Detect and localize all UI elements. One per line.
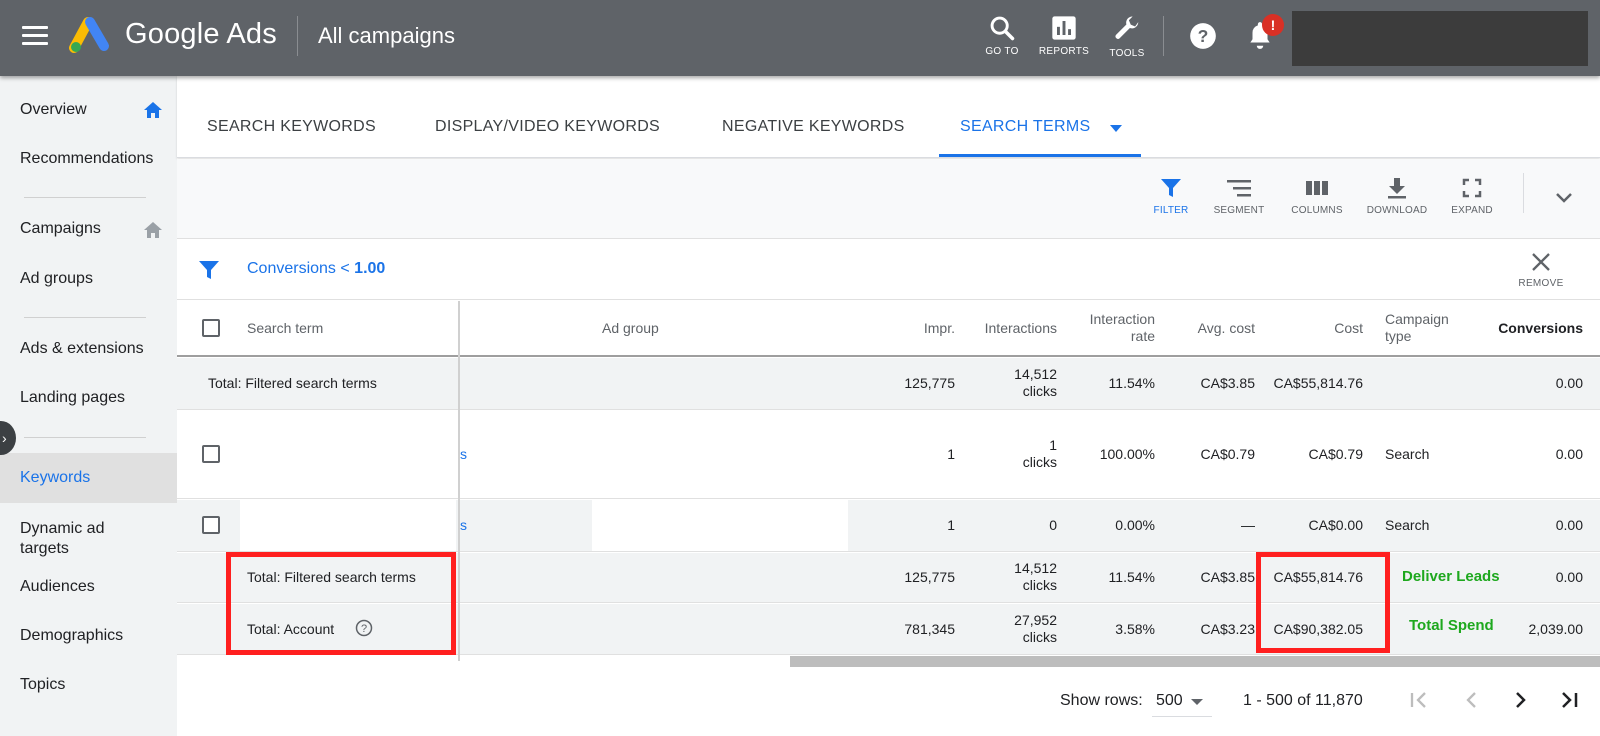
show-rows-label: Show rows:	[1060, 692, 1143, 709]
top-app-bar: Google Ads All campaigns GO TO REPORTS T…	[0, 0, 1600, 76]
search-term-link[interactable]: s	[460, 517, 467, 533]
segment-icon	[1227, 180, 1251, 197]
table-header: Search term Ad group Impr. Interactions …	[177, 301, 1600, 357]
home-icon	[144, 102, 162, 118]
divider	[297, 16, 298, 56]
table-row-total-top: Total: Filtered search terms 125,775 14,…	[177, 358, 1600, 410]
sidebar-item-audiences[interactable]: Audiences	[0, 578, 177, 596]
column-header-interactions[interactable]: Interactions	[945, 320, 1057, 336]
download-icon	[1388, 178, 1406, 199]
column-header-ad-group[interactable]: Ad group	[602, 320, 659, 336]
segment-button[interactable]: SEGMENT	[1204, 177, 1274, 216]
wrench-icon	[1115, 16, 1139, 39]
tab-display-video-keywords[interactable]: DISPLAY/VIDEO KEYWORDS	[435, 118, 660, 136]
divider	[1163, 16, 1164, 56]
select-all-checkbox[interactable]	[202, 319, 220, 337]
column-header-cost[interactable]: Cost	[1255, 320, 1363, 336]
account-selector[interactable]	[1292, 11, 1588, 66]
svg-text:?: ?	[1198, 26, 1209, 46]
reports-button[interactable]: REPORTS	[1034, 14, 1094, 64]
column-header-conversions[interactable]: Conversions	[1477, 320, 1583, 336]
dropdown-arrow-icon[interactable]	[1110, 125, 1122, 133]
expand-button[interactable]: EXPAND	[1437, 177, 1507, 216]
divider	[24, 437, 146, 438]
filter-bar: Conversions < 1.00 REMOVE	[177, 240, 1600, 300]
pagination-range: 1 - 500 of 11,870	[1243, 692, 1363, 709]
filter-icon	[1161, 179, 1181, 197]
chevron-down-icon[interactable]	[1555, 192, 1573, 204]
go-to-button[interactable]: GO TO	[972, 14, 1032, 64]
row-checkbox[interactable]	[202, 445, 220, 463]
table-row-total-filtered: Total: Filtered search terms 125,775 14,…	[177, 553, 1600, 603]
column-header-impr[interactable]: Impr.	[837, 320, 955, 336]
horizontal-scrollbar[interactable]	[790, 656, 1600, 667]
fullscreen-icon	[1462, 178, 1482, 198]
column-header-avg-cost[interactable]: Avg. cost	[1155, 320, 1255, 336]
notification-badge: !	[1262, 14, 1284, 36]
frozen-column-divider	[458, 301, 460, 661]
home-icon	[144, 222, 162, 238]
last-page-icon[interactable]	[1559, 690, 1579, 710]
tools-button[interactable]: TOOLS	[1097, 14, 1157, 64]
columns-button[interactable]: COLUMNS	[1282, 177, 1352, 216]
view-title[interactable]: All campaigns	[318, 23, 455, 49]
brand-name: Google Ads	[125, 18, 277, 50]
menu-icon[interactable]	[22, 26, 48, 46]
divider	[24, 317, 146, 318]
columns-icon	[1306, 181, 1328, 195]
sidebar-item-topics[interactable]: Topics	[0, 676, 177, 694]
active-filter-chip[interactable]: Conversions < 1.00	[247, 260, 385, 278]
download-button[interactable]: DOWNLOAD	[1362, 177, 1432, 216]
tab-search-keywords[interactable]: SEARCH KEYWORDS	[207, 118, 376, 136]
divider	[24, 197, 146, 198]
help-circle-icon[interactable]: ?	[355, 619, 373, 637]
active-tab-indicator	[939, 154, 1141, 157]
filter-icon	[199, 261, 219, 279]
sidebar-item-ad-groups[interactable]: Ad groups	[0, 270, 177, 288]
filter-button[interactable]: FILTER	[1136, 177, 1206, 216]
sidebar-item-recommendations[interactable]: Recommendations	[0, 150, 177, 168]
sidebar-item-landing-pages[interactable]: Landing pages	[0, 389, 177, 407]
table-footer: Show rows: 500 1 - 500 of 11,870	[177, 668, 1600, 736]
chevron-right-icon: ›	[2, 430, 7, 446]
table-row-total-account: Total: Account ? 781,345 27,952 clicks 3.…	[177, 604, 1600, 655]
search-icon	[990, 16, 1015, 41]
column-header-search-term[interactable]: Search term	[247, 320, 323, 336]
sidebar-item-ads-extensions[interactable]: Ads & extensions	[0, 340, 177, 358]
sidebar-item-demographics[interactable]: Demographics	[0, 627, 177, 645]
next-page-icon[interactable]	[1510, 690, 1530, 710]
tab-bar: SEARCH KEYWORDS DISPLAY/VIDEO KEYWORDS N…	[177, 76, 1600, 158]
rows-per-page-select[interactable]: 500	[1152, 685, 1212, 717]
help-icon[interactable]: ?	[1189, 22, 1217, 50]
tab-search-terms[interactable]: SEARCH TERMS	[960, 118, 1090, 136]
previous-page-icon[interactable]	[1462, 690, 1482, 710]
svg-text:?: ?	[361, 623, 367, 635]
close-icon	[1532, 253, 1550, 271]
column-header-campaign-type[interactable]: Campaign type	[1385, 311, 1449, 345]
redacted-area	[592, 500, 848, 551]
column-header-interaction-rate[interactable]: Interaction rate	[1052, 311, 1155, 345]
google-ads-logo-icon	[69, 17, 109, 53]
tab-negative-keywords[interactable]: NEGATIVE KEYWORDS	[722, 118, 905, 136]
sidebar: Overview Recommendations Campaigns Ad gr…	[0, 76, 177, 736]
divider	[1523, 173, 1524, 213]
remove-filter-button[interactable]: REMOVE	[1506, 252, 1576, 289]
sidebar-item-dynamic-ad-targets[interactable]: Dynamic ad targets	[0, 519, 177, 559]
table-row: s 1 1 clicks 100.00% CA$0.79 CA$0.79 Sear…	[177, 411, 1600, 499]
dropdown-arrow-icon	[1191, 699, 1203, 705]
main-content: SEARCH KEYWORDS DISPLAY/VIDEO KEYWORDS N…	[177, 76, 1600, 736]
reports-icon	[1052, 16, 1076, 40]
table-toolbar: FILTER SEGMENT COLUMNS DOWNLOAD EXPAND	[177, 159, 1600, 239]
sidebar-item-keywords[interactable]: Keywords	[0, 453, 177, 503]
search-term-link[interactable]: s	[460, 446, 467, 462]
table-row: s 1 0 0.00% — CA$0.00 Search 0.00	[177, 500, 1600, 552]
redacted-area	[240, 500, 456, 551]
row-checkbox[interactable]	[202, 516, 220, 534]
first-page-icon[interactable]	[1409, 690, 1429, 710]
